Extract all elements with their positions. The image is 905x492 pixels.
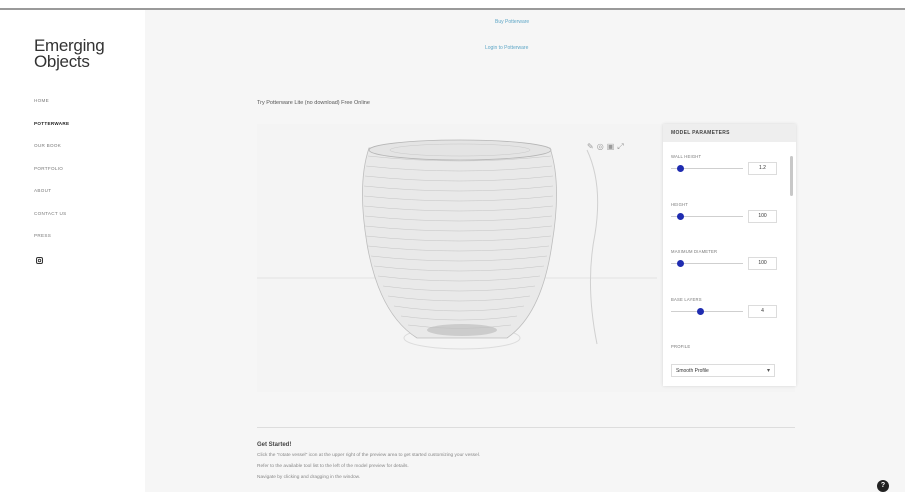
- brand-logo[interactable]: Emerging Objects: [34, 37, 105, 71]
- intro-text: Try Potterware Lite (no download) Free O…: [257, 100, 370, 106]
- param-label: WALL HEIGHT: [671, 154, 702, 159]
- value-input[interactable]: 1.2: [748, 162, 777, 175]
- param-label: BASE LAYERS: [671, 297, 702, 302]
- profile-value: Smooth Profile: [676, 368, 709, 374]
- param-label: HEIGHT: [671, 202, 689, 207]
- help-button[interactable]: ?: [877, 480, 889, 492]
- sidebar: Emerging Objects HOME POTTERWARE OUR BOO…: [0, 10, 145, 492]
- main-content: Buy Potterware Login to Potterware Try P…: [145, 10, 905, 492]
- brand-line-2: Objects: [34, 52, 90, 71]
- slider-thumb[interactable]: [677, 165, 684, 172]
- instagram-icon[interactable]: [36, 257, 43, 264]
- param-wall-height: WALL HEIGHT 1.2: [671, 154, 777, 175]
- slider-track[interactable]: [671, 311, 743, 312]
- param-base-layers: BASE LAYERS 4: [671, 297, 777, 318]
- slider-thumb[interactable]: [677, 213, 684, 220]
- nav-item-portfolio[interactable]: PORTFOLIO: [34, 166, 69, 189]
- panel-scrollbar[interactable]: [790, 156, 793, 196]
- get-started-line: Click the "rotate vessel" icon at the up…: [257, 453, 481, 458]
- login-potterware-link[interactable]: Login to Potterware: [485, 45, 528, 51]
- model-parameters-panel: MODEL PARAMETERS WALL HEIGHT 1.2 HEIGHT …: [663, 124, 796, 386]
- section-divider: [257, 427, 795, 428]
- param-height: HEIGHT 100: [671, 202, 777, 223]
- get-started-title: Get Started!: [257, 442, 292, 448]
- nav-item-home[interactable]: HOME: [34, 98, 69, 121]
- camera-icon[interactable]: ▣: [607, 142, 618, 151]
- param-label: MAXIMUM DIAMETER: [671, 249, 718, 254]
- value-input[interactable]: 100: [748, 257, 777, 270]
- eye-icon[interactable]: ◎: [597, 142, 607, 151]
- get-started-line: Refer to the available tool list to the …: [257, 464, 409, 469]
- value-input[interactable]: 4: [748, 305, 777, 318]
- param-label: PROFILE: [671, 344, 691, 349]
- param-maximum-diameter: MAXIMUM DIAMETER 100: [671, 249, 777, 270]
- panel-title: MODEL PARAMETERS: [663, 124, 796, 142]
- nav-item-potterware[interactable]: POTTERWARE: [34, 121, 69, 144]
- slider-thumb[interactable]: [677, 260, 684, 267]
- slider-thumb[interactable]: [697, 308, 704, 315]
- pencil-icon[interactable]: ✎: [587, 142, 597, 151]
- param-profile: PROFILE: [671, 344, 776, 349]
- nav-item-our-book[interactable]: OUR BOOK: [34, 143, 69, 166]
- nav-item-contact-us[interactable]: CONTACT US: [34, 211, 69, 234]
- buy-potterware-link[interactable]: Buy Potterware: [495, 19, 529, 25]
- viewer-toolbar: ✎◎▣⤢: [587, 142, 627, 152]
- nav-item-about[interactable]: ABOUT: [34, 188, 69, 211]
- profile-select[interactable]: Smooth Profile ▾: [671, 364, 775, 377]
- main-nav: HOME POTTERWARE OUR BOOK PORTFOLIO ABOUT…: [34, 98, 69, 256]
- get-started-line: Navigate by clicking and dragging in the…: [257, 475, 361, 480]
- expand-icon[interactable]: ⤢: [617, 142, 626, 151]
- nav-item-press[interactable]: PRESS: [34, 233, 69, 256]
- value-input[interactable]: 100: [748, 210, 777, 223]
- chevron-down-icon: ▾: [766, 368, 770, 374]
